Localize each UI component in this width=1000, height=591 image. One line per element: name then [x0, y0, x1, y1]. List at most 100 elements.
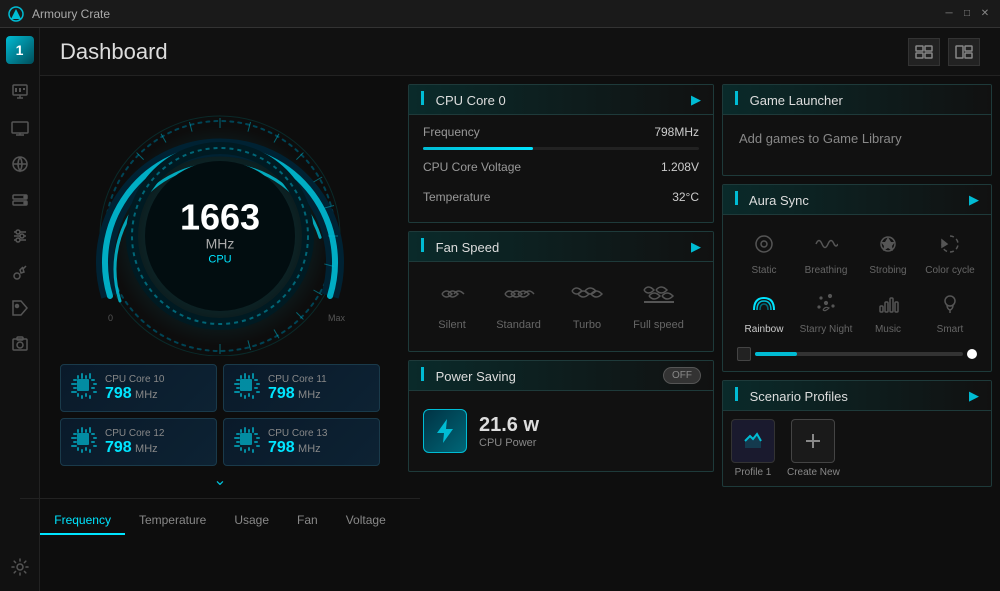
core-unit-3: MHz — [298, 443, 321, 455]
aura-options-row1: Static Breathing — [737, 225, 977, 284]
aura-rainbow-icon — [752, 292, 776, 320]
aura-option-smart[interactable]: Smart — [923, 292, 977, 335]
profile-item-1[interactable]: Profile 1 — [731, 419, 775, 478]
scroll-indicator: ⌄ — [213, 470, 226, 490]
titlebar: Armoury Crate ─ □ ✕ — [0, 0, 1000, 28]
aura-breathing-icon — [814, 233, 838, 261]
core-icon-2 — [69, 425, 97, 459]
right-column: Game Launcher Add games to Game Library — [722, 84, 992, 583]
slider-track[interactable] — [755, 352, 963, 356]
cpu-freq-value: 798MHz — [654, 125, 699, 139]
aura-option-strobing[interactable]: Strobing — [861, 233, 915, 276]
sidebar-item-monitor[interactable] — [4, 112, 36, 144]
aura-brightness-slider[interactable] — [737, 347, 977, 361]
profile-create-new[interactable]: Create New — [787, 419, 840, 478]
slider-fill — [755, 352, 797, 356]
cpu-freq-label: Frequency — [423, 125, 480, 139]
sidebar-item-storage[interactable] — [4, 184, 36, 216]
fan-option-silent[interactable]: Silent — [438, 282, 466, 331]
aura-option-rainbow[interactable]: Rainbow — [737, 292, 791, 335]
aura-strobing-icon — [877, 233, 899, 261]
aura-option-starry-night[interactable]: Starry Night — [799, 292, 853, 335]
game-launcher-header: Game Launcher — [723, 85, 991, 115]
panel-accent-game — [735, 91, 738, 105]
sidebar-item-tag[interactable] — [4, 292, 36, 324]
power-saving-toggle[interactable]: OFF — [663, 367, 701, 384]
cpu-core-panel-header: CPU Core 0 ▶ — [409, 85, 713, 115]
sidebar-logo[interactable]: 1 — [6, 36, 34, 64]
core-info-2: CPU Core 12 798 MHz — [105, 428, 164, 457]
power-value: 21.6 w — [479, 414, 539, 437]
titlebar-controls[interactable]: ─ □ ✕ — [942, 7, 992, 21]
sidebar-item-network[interactable] — [4, 148, 36, 180]
power-saving-panel-header: Power Saving OFF — [409, 361, 713, 391]
scenario-profiles-panel: Scenario Profiles ▶ — [722, 380, 992, 487]
view-button-1[interactable] — [908, 38, 940, 66]
sidebar-item-tools[interactable] — [4, 256, 36, 288]
view-button-2[interactable] — [948, 38, 980, 66]
tab-usage[interactable]: Usage — [220, 507, 283, 535]
tab-fan[interactable]: Fan — [283, 507, 332, 535]
close-button[interactable]: ✕ — [978, 7, 992, 21]
core-unit-0: MHz — [135, 389, 158, 401]
panel-accent-cpu — [421, 91, 424, 105]
sidebar-item-tune[interactable] — [4, 220, 36, 252]
fan-option-full[interactable]: Full speed — [633, 282, 684, 331]
aura-option-static[interactable]: Static — [737, 233, 791, 276]
sidebar-item-capture[interactable] — [4, 328, 36, 360]
sidebar-item-system[interactable] — [4, 76, 36, 108]
fan-speed-panel-title: Fan Speed — [436, 240, 500, 255]
fan-full-label: Full speed — [633, 319, 684, 331]
aura-option-breathing[interactable]: Breathing — [799, 233, 853, 276]
header-controls — [908, 38, 980, 66]
cpu-row-temperature: Temperature 32°C — [423, 190, 699, 204]
fan-turbo-label: Turbo — [573, 319, 601, 331]
scenario-profiles-chevron: ▶ — [969, 388, 979, 404]
slider-thumb[interactable] — [967, 349, 977, 359]
aura-music-icon — [877, 292, 899, 320]
profile-create-label: Create New — [787, 467, 840, 478]
tab-temperature[interactable]: Temperature — [125, 507, 220, 535]
aura-static-icon — [753, 233, 775, 261]
core-icon-0 — [69, 371, 97, 405]
core-tile-3[interactable]: CPU Core 13 798 MHz — [223, 418, 380, 466]
cpu-core-panel: CPU Core 0 ▶ Frequency 798MHz — [408, 84, 714, 223]
fan-full-icon — [643, 282, 675, 313]
fan-turbo-icon — [571, 282, 603, 313]
maximize-button[interactable]: □ — [960, 7, 974, 21]
core-tile-2[interactable]: CPU Core 12 798 MHz — [60, 418, 217, 466]
gauge-value: 1663 — [180, 200, 260, 236]
left-panel: 0 Max 1663 MHz CPU — [40, 76, 400, 591]
fan-option-standard[interactable]: Standard — [496, 282, 541, 331]
fan-speed-panel: Fan Speed ▶ — [408, 231, 714, 352]
panel-accent-fan — [421, 238, 424, 252]
tab-frequency[interactable]: Frequency — [40, 507, 125, 535]
aura-colorcycle-icon — [939, 233, 961, 261]
core-tile-0[interactable]: CPU Core 10 798 MHz — [60, 364, 217, 412]
tab-voltage[interactable]: Voltage — [332, 507, 400, 535]
aura-option-color-cycle[interactable]: Color cycle — [923, 233, 977, 276]
sidebar-item-settings[interactable] — [4, 551, 36, 583]
core-name-1: CPU Core 11 — [268, 374, 327, 385]
core-tile-1[interactable]: CPU Core 11 798 MHz — [223, 364, 380, 412]
fan-silent-icon — [438, 282, 466, 313]
profile-icon-1 — [731, 419, 775, 463]
fan-option-turbo[interactable]: Turbo — [571, 282, 603, 331]
power-saving-title: Power Saving — [436, 369, 516, 384]
cpu-voltage-label: CPU Core Voltage — [423, 160, 521, 174]
minimize-button[interactable]: ─ — [942, 7, 956, 21]
aura-music-label: Music — [875, 324, 901, 335]
main-content: 0 Max 1663 MHz CPU — [40, 76, 1000, 591]
aura-sync-title: Aura Sync — [749, 193, 809, 208]
core-freq-0: 798 — [105, 385, 132, 402]
gauge-label: CPU — [180, 254, 260, 266]
bottom-tabs: Frequency Temperature Usage Fan Voltage — [20, 498, 420, 535]
aura-starrynight-label: Starry Night — [800, 324, 853, 335]
core-icon-3 — [232, 425, 260, 459]
aura-colorcycle-label: Color cycle — [925, 265, 974, 276]
cpu-row-voltage: CPU Core Voltage 1.208V — [423, 160, 699, 174]
app-layout: 1 — [0, 28, 1000, 591]
aura-option-music[interactable]: Music — [861, 292, 915, 335]
fan-options: Silent — [423, 272, 699, 341]
game-launcher-message: Add games to Game Library — [739, 131, 902, 146]
